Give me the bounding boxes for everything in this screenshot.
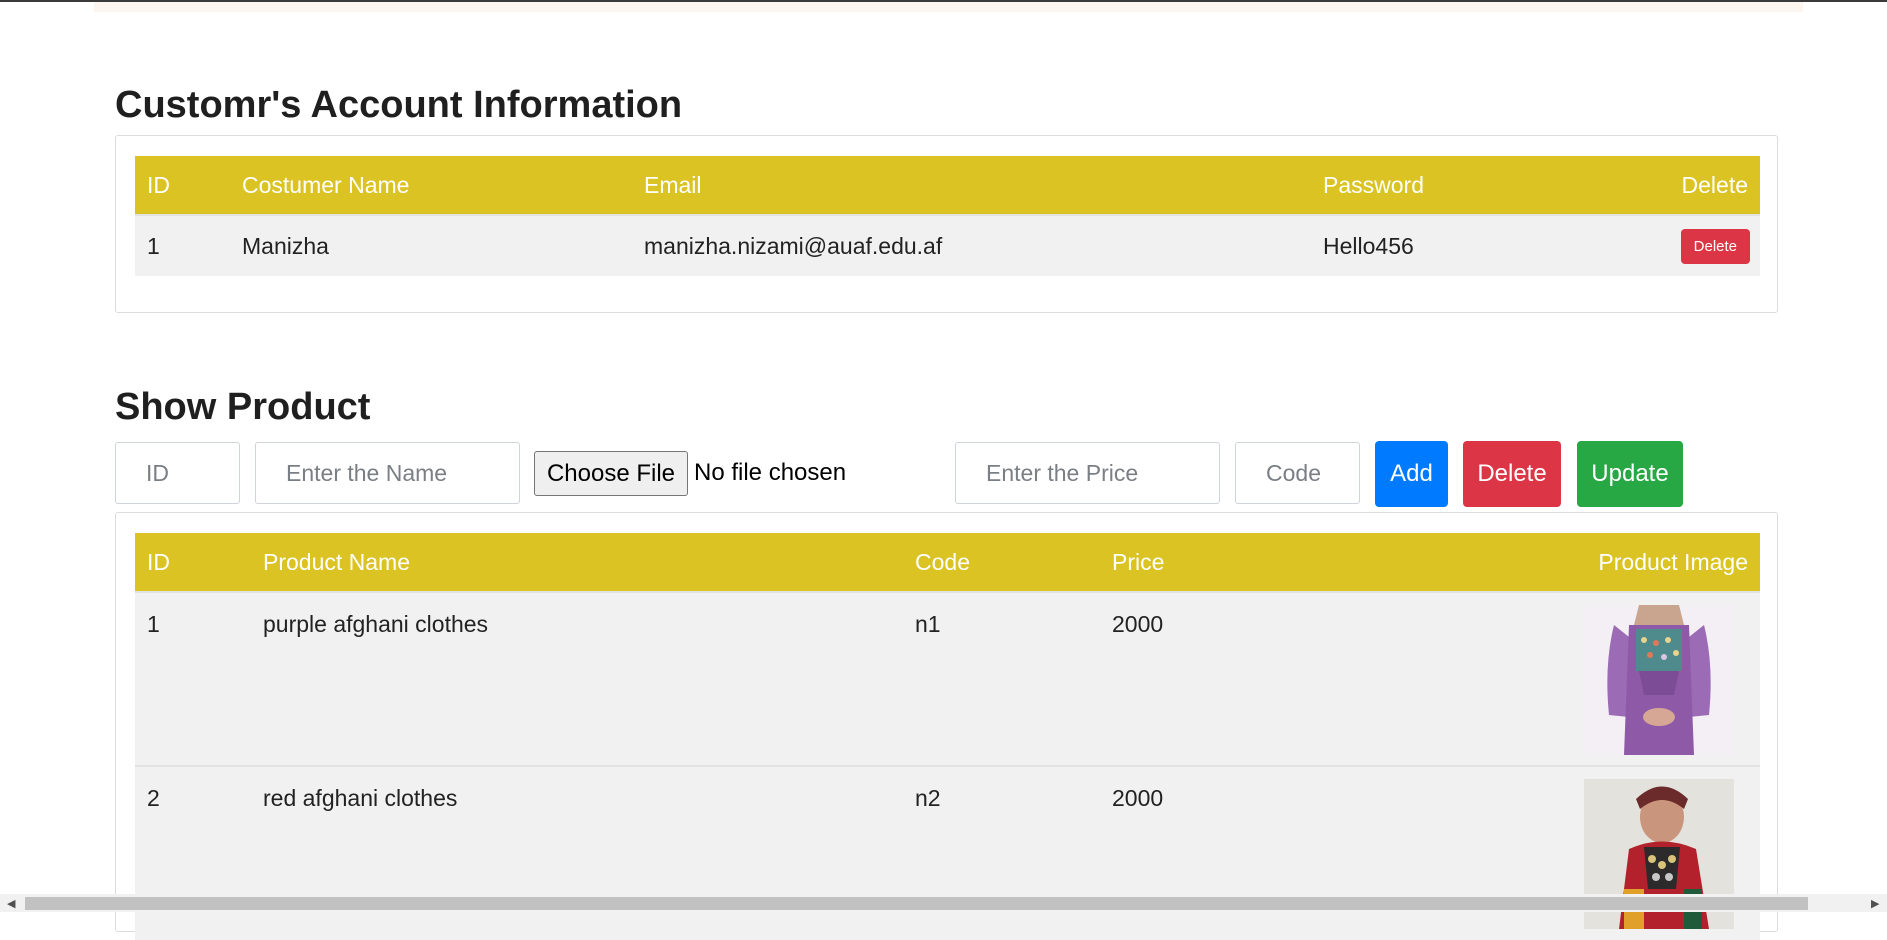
choose-file-button[interactable]: Choose File xyxy=(534,451,688,496)
table-row: 1 purple afghani clothes n1 2000 xyxy=(135,591,1760,766)
products-section: Show Product xyxy=(115,386,1780,429)
add-product-button[interactable]: Add xyxy=(1375,441,1448,507)
product-code: n1 xyxy=(903,591,1100,766)
product-price: 2000 xyxy=(1100,765,1412,940)
file-status-text: No file chosen xyxy=(694,459,847,486)
purple-dress-photo xyxy=(1584,605,1734,755)
header-product-name: Product Name xyxy=(263,548,411,575)
scroll-right-icon[interactable]: ▶ xyxy=(1871,897,1879,910)
horizontal-scrollbar[interactable]: ◀ ▶ xyxy=(0,894,1887,912)
header-id: ID xyxy=(147,171,170,198)
product-name: red afghani clothes xyxy=(251,765,903,940)
product-name: purple afghani clothes xyxy=(251,591,903,766)
table-row: 2 red afghani clothes n2 2000 xyxy=(135,765,1760,940)
product-code-input[interactable] xyxy=(1235,442,1360,504)
account-password: Hello456 xyxy=(1311,214,1623,276)
product-id: 1 xyxy=(135,591,251,766)
delete-product-button[interactable]: Delete xyxy=(1463,441,1561,507)
products-title: Show Product xyxy=(115,386,371,428)
account-delete-cell: Delete xyxy=(1623,214,1760,276)
account-email: manizha.nizami@auaf.edu.af xyxy=(632,214,1311,276)
product-code: n2 xyxy=(903,765,1100,940)
delete-account-button[interactable]: Delete xyxy=(1680,228,1750,264)
product-price-input[interactable] xyxy=(955,442,1220,504)
product-price: 2000 xyxy=(1100,591,1412,766)
top-banner-strip xyxy=(94,2,1803,12)
update-product-button[interactable]: Update xyxy=(1577,441,1683,507)
accounts-table: ID Costumer Name Email Password Delete 1… xyxy=(135,156,1760,276)
scrollbar-thumb[interactable] xyxy=(25,897,1808,910)
header-password: Password xyxy=(1323,171,1424,198)
product-image-cell xyxy=(1412,591,1760,766)
account-name: Manizha xyxy=(230,214,632,276)
header-email: Email xyxy=(644,171,702,198)
products-table: ID Product Name Code Price Product Image… xyxy=(135,533,1760,940)
header-customer-name: Costumer Name xyxy=(242,171,410,198)
products-header-row: ID Product Name Code Price Product Image xyxy=(135,533,1760,592)
header-product-id: ID xyxy=(147,548,170,575)
accounts-section: Customr's Account Information xyxy=(115,84,1780,127)
header-product-price: Price xyxy=(1112,548,1165,575)
product-image-cell xyxy=(1412,765,1760,940)
product-name-input[interactable] xyxy=(255,442,520,504)
header-product-image: Product Image xyxy=(1598,548,1748,575)
scroll-left-icon[interactable]: ◀ xyxy=(7,897,15,910)
account-id: 1 xyxy=(135,214,230,276)
accounts-header-row: ID Costumer Name Email Password Delete xyxy=(135,156,1760,215)
products-card: ID Product Name Code Price Product Image… xyxy=(115,512,1778,940)
accounts-title: Customr's Account Information xyxy=(115,84,683,126)
product-id: 2 xyxy=(135,765,251,940)
header-product-code: Code xyxy=(915,548,970,575)
table-row: 1 Manizha manizha.nizami@auaf.edu.af Hel… xyxy=(135,214,1760,276)
product-id-input[interactable] xyxy=(115,442,240,504)
header-delete: Delete xyxy=(1681,171,1748,198)
accounts-card: ID Costumer Name Email Password Delete 1… xyxy=(115,135,1778,313)
